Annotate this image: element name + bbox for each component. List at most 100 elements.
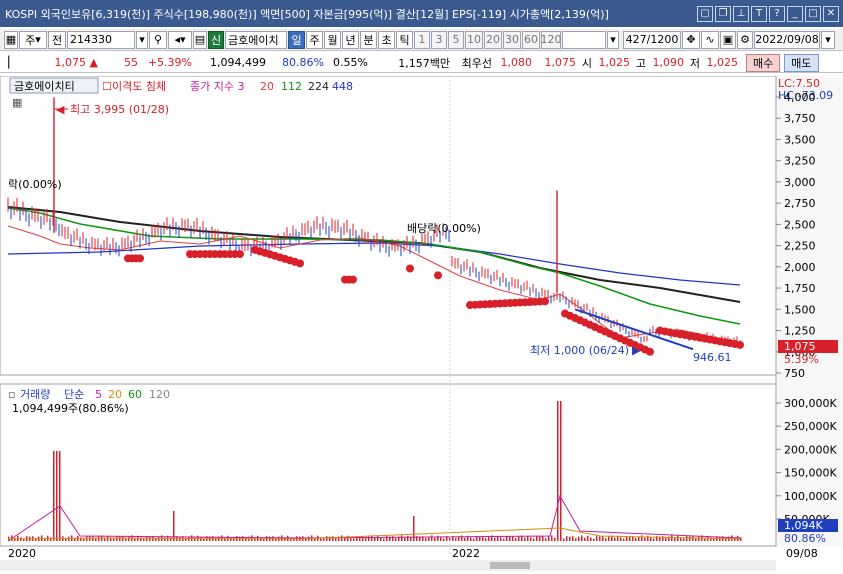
interval-10[interactable]: 10 (465, 30, 483, 49)
price-tick-label: 4,000 (784, 91, 816, 104)
market-select[interactable]: 주 ▾ (19, 30, 47, 49)
best-quote-label: 최우선 (461, 56, 492, 70)
interval-20[interactable]: 20 (484, 30, 502, 49)
interval-3[interactable]: 3 (431, 30, 447, 49)
crosshair-icon[interactable]: ✥ (682, 30, 700, 49)
maximize-icon[interactable]: □ (805, 5, 821, 22)
volume-bar (644, 537, 646, 541)
x-date-right: 09/08 (786, 547, 818, 560)
sell-button[interactable]: 매도 (784, 53, 819, 72)
save-icon[interactable]: ▣ (720, 30, 736, 49)
price-tick-label: 3,250 (784, 155, 816, 168)
volume-bar (689, 536, 691, 541)
volume-bar (200, 537, 202, 541)
period-second[interactable]: 초 (378, 30, 395, 49)
interval-1[interactable]: 1 (414, 30, 430, 49)
volume-value: 1,094,499 (210, 56, 266, 69)
draw-icon[interactable]: ∿ (701, 30, 719, 49)
volume-menu-icon[interactable]: ▫ (8, 388, 15, 401)
volume-bar (575, 538, 577, 541)
interval-60[interactable]: 60 (522, 30, 540, 49)
volume-bar (551, 535, 553, 541)
interval-5[interactable]: 5 (448, 30, 464, 49)
search-icon[interactable]: ⚲ (149, 30, 167, 49)
code-input[interactable]: 214330 (67, 30, 135, 49)
help-icon[interactable]: ? (769, 5, 785, 22)
volume-bar (539, 536, 541, 541)
count-field[interactable]: 427/1200 (623, 30, 681, 49)
open-price: 1,025 (598, 56, 631, 69)
volume-bar (533, 538, 535, 541)
menu-icon[interactable]: ▤ (193, 30, 207, 49)
volume-tick-label: 150,000K (784, 467, 837, 480)
stock-chart[interactable]: 금호에이치티 ☐ 이격도 침체 종가 지수 3 20 112 224 448 ▦… (0, 75, 843, 571)
volume-bar (563, 538, 565, 541)
period-tick[interactable]: 틱 (396, 30, 413, 49)
volume-bar (671, 535, 673, 541)
type-select[interactable]: 전 (48, 30, 66, 49)
volume-bar (677, 535, 679, 541)
volume-bar (377, 535, 379, 541)
interval-input[interactable] (562, 30, 606, 49)
volume-bar (323, 538, 325, 541)
volume-bar (740, 537, 742, 541)
volume-bar (353, 538, 355, 541)
volume-bar (362, 536, 364, 541)
current-price-tag: 1,075 (784, 340, 816, 353)
volume-bar (287, 535, 289, 541)
interval-dropdown-icon[interactable]: ▾ (607, 30, 619, 49)
volume-bar (95, 538, 97, 541)
calendar-icon[interactable]: ▾ (821, 30, 835, 49)
interval-30[interactable]: 30 (503, 30, 521, 49)
trend-label: 946.61 (693, 351, 732, 364)
text-icon[interactable]: T (751, 5, 767, 22)
volume-bar (605, 538, 607, 541)
signal-dot (406, 264, 414, 273)
horizontal-scrollbar[interactable] (0, 560, 776, 571)
x-label-2022: 2022 (452, 547, 480, 560)
stock-name-label: 금호에이치티 (14, 80, 75, 93)
volume-bar (584, 537, 586, 541)
minimize-icon[interactable]: _ (787, 5, 803, 22)
stock-name-field[interactable]: 금호에이치 (225, 30, 287, 49)
price-tick-label: 1,250 (784, 325, 816, 338)
copy-window-icon[interactable]: ❐ (715, 5, 731, 22)
volume-bar (542, 536, 544, 541)
price-tick-label: 750 (784, 367, 805, 380)
grid-icon[interactable]: ▦ (12, 96, 22, 109)
chart-type-icon[interactable]: ▦ (4, 30, 18, 49)
indicator-checkbox[interactable]: ☐ (102, 80, 112, 93)
volume-bar (395, 538, 397, 541)
interval-120[interactable]: 120 (541, 30, 562, 49)
sound-icon[interactable]: ◂▾ (168, 30, 192, 49)
buy-button[interactable]: 매수 (746, 53, 781, 72)
chart-area[interactable]: 금호에이치티 ☐ 이격도 침체 종가 지수 3 20 112 224 448 ▦… (0, 75, 843, 571)
restore-icon[interactable]: ▢ (697, 5, 713, 22)
period-month[interactable]: 월 (324, 30, 341, 49)
pin-icon[interactable]: ⊥ (733, 5, 749, 22)
period-day[interactable]: 일 (288, 30, 305, 49)
high-note: 최고 3,995 (01/28) (70, 103, 169, 116)
code-dropdown-icon[interactable]: ▾ (136, 30, 148, 49)
volume-bar (158, 536, 160, 541)
volume-bar (557, 401, 559, 541)
volume-bar (53, 451, 55, 541)
volume-ratio: 80.86% (282, 56, 324, 69)
ma224-label: 224 (308, 80, 329, 93)
date-field[interactable]: 2022/09/08 (754, 30, 820, 49)
volume-bar (431, 535, 433, 541)
vol-ma60-label: 60 (128, 388, 142, 401)
period-minute[interactable]: 분 (360, 30, 377, 49)
period-year[interactable]: 년 (342, 30, 359, 49)
period-week[interactable]: 주 (306, 30, 323, 49)
volume-bar (365, 538, 367, 541)
volume-bar (545, 538, 547, 541)
volume-bar (119, 536, 121, 541)
volume-bar (599, 536, 601, 541)
close-icon[interactable]: ✕ (823, 5, 839, 22)
volume-tag: 1,094K (784, 519, 823, 532)
volume-bar (629, 536, 631, 541)
settings-icon[interactable]: ⚙ (737, 30, 753, 49)
scrollbar-thumb[interactable] (490, 562, 530, 569)
window-title: KOSPI 외국인보유[6,319(천)] 주식수[198,980(천)] 액면… (5, 7, 609, 21)
